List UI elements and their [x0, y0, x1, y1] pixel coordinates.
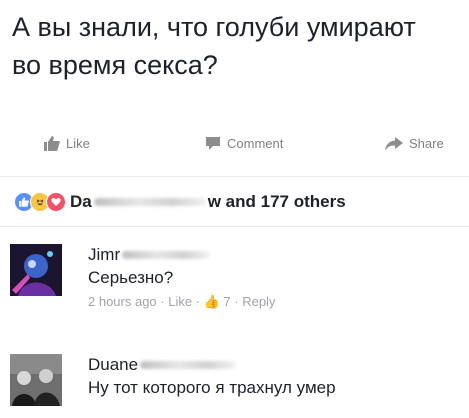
comment-text: Серьезно?	[88, 268, 174, 287]
share-button[interactable]: Share	[385, 136, 444, 151]
redacted-name-blur	[122, 251, 211, 259]
thumbs-up-icon	[44, 136, 60, 151]
comment-meta[interactable]: 2 hours ago · Like · 👍 7 · Reply	[88, 294, 458, 310]
divider	[0, 226, 469, 227]
comment-label: Comment	[227, 136, 284, 151]
comment-author-name[interactable]: Duane	[88, 355, 138, 375]
comment-bubble-icon	[205, 136, 221, 151]
love-reaction-icon	[46, 192, 66, 212]
reactor-name-start[interactable]: Da	[70, 192, 92, 212]
reactions-summary[interactable]: Da w and 177 others	[14, 186, 464, 218]
comment-author[interactable]: Duane	[88, 354, 458, 376]
comment-author-name[interactable]: Jimr	[88, 245, 120, 265]
action-bar: Like Comment Share	[0, 131, 469, 157]
avatar[interactable]	[10, 244, 62, 296]
divider	[0, 176, 469, 177]
avatar[interactable]	[10, 354, 62, 406]
post-text: А вы знали, что голуби умирают во время …	[12, 12, 416, 80]
redacted-name-blur	[93, 198, 206, 206]
like-label: Like	[66, 136, 90, 151]
reaction-icons	[14, 192, 66, 212]
comment-author[interactable]: Jimr	[88, 244, 458, 266]
share-arrow-icon	[385, 136, 403, 151]
comment-text: Ну тот которого я трахнул умер	[88, 378, 336, 397]
like-button[interactable]: Like	[44, 136, 90, 151]
reactor-name-end[interactable]: w and 177 others	[208, 192, 346, 212]
share-label: Share	[409, 136, 444, 151]
redacted-name-blur	[140, 361, 237, 369]
